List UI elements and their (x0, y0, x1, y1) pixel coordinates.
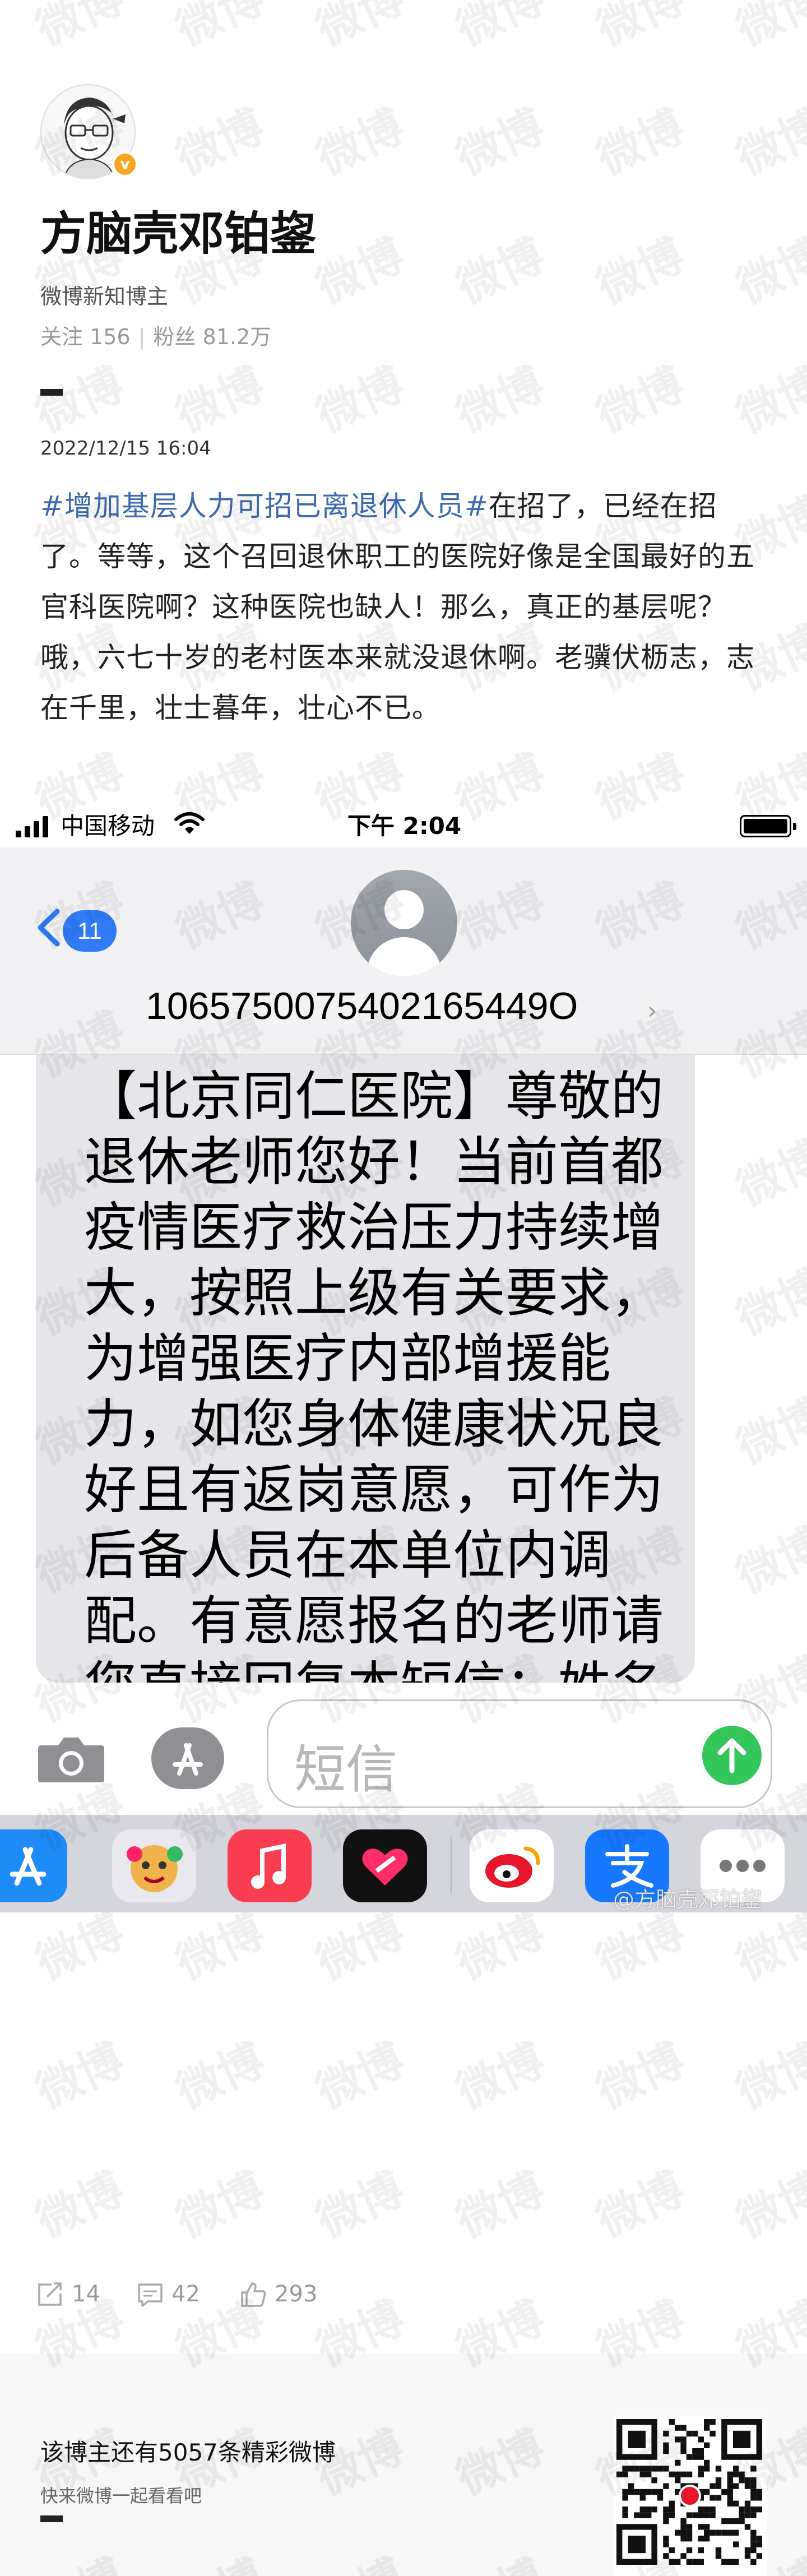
weibo-watermark: 微博 (308, 357, 412, 443)
divider-dash (40, 389, 63, 396)
fans-count[interactable]: 粉丝 81.2万 (153, 325, 271, 349)
status-time: 下午 2:04 (347, 812, 462, 840)
sms-header: 11 1065750075402165449O › (0, 847, 807, 1055)
profile-name[interactable]: 方脑壳邓铂鋆 (40, 196, 316, 263)
comment-count: 42 (171, 2281, 200, 2307)
embedded-screenshot[interactable]: 中国移动 下午 2:04 11 1065750075402165449O › 【… (0, 803, 807, 2243)
post-hashtag[interactable]: #增加基层人力可招已离退休人员# (40, 490, 489, 522)
back-count-badge[interactable]: 11 (63, 910, 117, 952)
phone-status-bar: 中国移动 下午 2:04 (0, 803, 807, 847)
qr-code-icon (616, 2419, 762, 2565)
arrow-up-icon (717, 1738, 746, 1773)
like-count: 293 (275, 2281, 318, 2307)
weibo-watermark: 微博 (28, 357, 132, 443)
message-area: 【北京同仁医院】尊敬的退休老师您好！当前首都疫情医疗救治压力持续增大，按照上级有… (0, 1055, 807, 1848)
post-date: 2022/12/15 16:04 (40, 437, 211, 460)
weibo-watermark: 微博 (28, 0, 132, 56)
message-bubble[interactable]: 【北京同仁医院】尊敬的退休老师您好！当前首都疫情医疗救治压力持续增大，按照上级有… (36, 1055, 695, 1848)
appstore-button[interactable] (151, 1727, 224, 1789)
weibo-watermark: 微博 (448, 0, 552, 56)
signal-icon (16, 816, 48, 837)
imessage-app-drawer: @方脑壳邓铂鋆 (0, 1815, 807, 1912)
wifi-icon (174, 812, 205, 834)
back-chevron-icon[interactable] (35, 908, 61, 947)
footer-subtitle: 快来微博一起看看吧 (40, 2485, 202, 2506)
appstore-a-icon (173, 1743, 203, 1776)
post-body: #增加基层人力可招已离退休人员#在招了，已经在招了。等等，这个召回退休职工的医院… (40, 481, 769, 733)
sms-placeholder: 短信 (294, 1740, 398, 1800)
qr-code[interactable] (613, 2416, 767, 2576)
chevron-right-icon: › (647, 997, 657, 1025)
weibo-app-icon[interactable] (470, 1829, 554, 1902)
digital-touch-app-icon[interactable] (343, 1829, 427, 1902)
weibo-watermark: 微博 (448, 99, 552, 185)
weibo-watermark: 微博 (448, 357, 552, 443)
drawer-divider (451, 1837, 452, 1893)
profile-stats: 关注 156 | 粉丝 81.2万 (40, 325, 272, 349)
memoji-app-icon[interactable] (112, 1829, 196, 1902)
camera-icon[interactable] (36, 1733, 106, 1783)
sms-input-bar: 短信 (0, 1683, 807, 1815)
footer-title: 该博主还有5057条精彩微博 (40, 2439, 336, 2466)
weibo-watermark: 微博 (168, 0, 272, 56)
weibo-watermark: 微博 (588, 357, 692, 443)
battery-icon (740, 815, 796, 837)
carrier-label: 中国移动 (61, 812, 155, 840)
contact-number[interactable]: 1065750075402165449O (146, 984, 578, 1028)
sms-text-field[interactable]: 短信 (267, 1699, 772, 1808)
screenshot-watermark: @方脑壳邓铂鋆 (613, 1887, 763, 1912)
weibo-watermark: 微博 (588, 99, 692, 185)
contact-avatar-icon[interactable] (351, 870, 457, 976)
follow-count[interactable]: 关注 156 (40, 325, 131, 349)
comment-icon (138, 2283, 163, 2307)
send-button[interactable] (702, 1726, 762, 1785)
verified-badge: v (112, 151, 138, 177)
weibo-watermark: 微博 (729, 228, 807, 314)
footer-dash (40, 2515, 63, 2522)
weibo-watermark: 微博 (308, 99, 412, 185)
weibo-watermark: 微博 (168, 99, 272, 185)
weibo-watermark: 微博 (308, 228, 412, 314)
repost-icon (38, 2282, 62, 2306)
profile-subtitle: 微博新知博主 (40, 284, 169, 309)
weibo-watermark: 微博 (729, 99, 807, 185)
weibo-watermark: 微博 (168, 357, 272, 443)
footer-promo: 该博主还有5057条精彩微博 快来微博一起看看吧 (0, 2354, 807, 2576)
weibo-watermark: 微博 (729, 0, 807, 56)
weibo-watermark: 微博 (448, 228, 552, 314)
weibo-watermark: 微博 (588, 228, 692, 314)
post-text: 在招了，已经在招了。等等，这个召回退休职工的医院好像是全国最好的五官科医院啊？这… (40, 490, 755, 724)
weibo-watermark: 微博 (729, 357, 807, 443)
weibo-watermark: 微博 (308, 0, 412, 56)
music-app-icon[interactable] (228, 1829, 312, 1902)
repost-count: 14 (72, 2281, 100, 2307)
thumbs-up-icon (241, 2282, 266, 2307)
phone-bottom-blank (0, 1912, 807, 2243)
appstore-app-icon[interactable] (0, 1829, 67, 1902)
weibo-watermark: 微博 (588, 0, 692, 56)
